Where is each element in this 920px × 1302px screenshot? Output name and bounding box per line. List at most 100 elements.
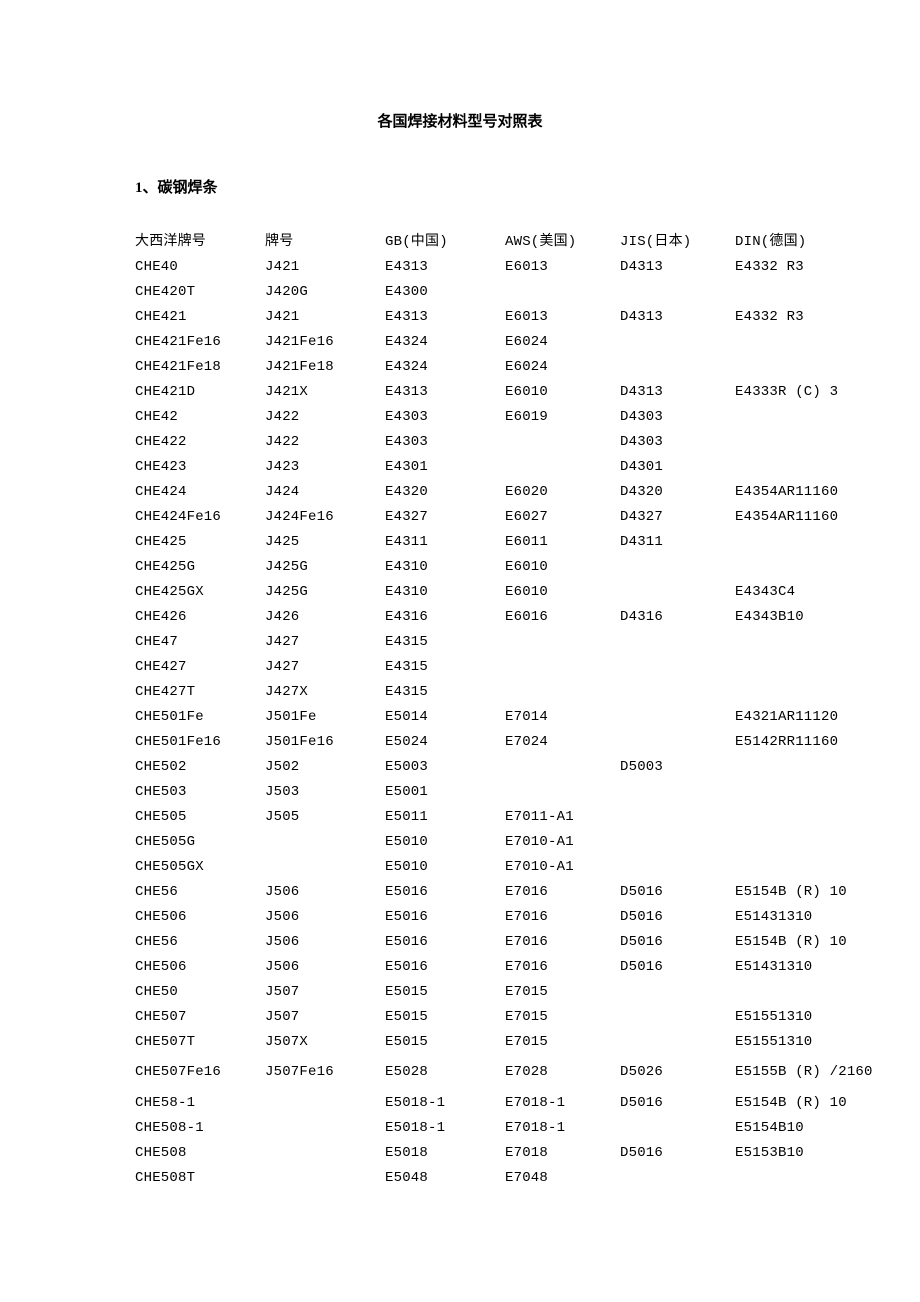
table-header-cell: 牌号 — [265, 225, 385, 254]
table-row: CHE421Fe16J421Fe16E4324E6024 — [135, 329, 875, 354]
table-cell: J507 — [265, 979, 385, 1004]
table-cell: J505 — [265, 804, 385, 829]
table-cell — [505, 754, 620, 779]
table-row: CHE424Fe16J424Fe16E4327E6027D4327E4354AR… — [135, 504, 875, 529]
table-cell: E7014 — [505, 704, 620, 729]
table-cell — [620, 1004, 735, 1029]
table-row: CHE508TE5048E7048 — [135, 1165, 875, 1190]
table-cell — [735, 979, 875, 1004]
table-cell — [735, 454, 875, 479]
comparison-table: 大西洋牌号牌号GB(中国)AWS(美国)JIS(日本)DIN(德国)CHE40J… — [135, 225, 875, 1190]
table-cell: E4315 — [385, 679, 505, 704]
table-cell: D5016 — [620, 879, 735, 904]
table-cell: CHE425 — [135, 529, 265, 554]
table-cell — [735, 429, 875, 454]
table-cell: CHE507T — [135, 1029, 265, 1054]
table-cell — [735, 404, 875, 429]
table-cell: J421X — [265, 379, 385, 404]
table-cell: E4311 — [385, 529, 505, 554]
table-cell: CHE47 — [135, 629, 265, 654]
table-row: CHE507Fe16J507Fe16E5028E7028D5026E5155B … — [135, 1054, 875, 1090]
table-cell: E6024 — [505, 354, 620, 379]
table-cell: E5154B10 — [735, 1115, 875, 1140]
table-cell: CHE56 — [135, 929, 265, 954]
table-row: CHE508-1E5018-1E7018-1E5154B10 — [135, 1115, 875, 1140]
table-cell: J424Fe16 — [265, 504, 385, 529]
table-row: CHE506J506E5016E7016D5016E51431310 — [135, 954, 875, 979]
table-cell: E5016 — [385, 879, 505, 904]
table-cell — [505, 454, 620, 479]
table-row: CHE503J503E5001 — [135, 779, 875, 804]
table-cell: CHE427T — [135, 679, 265, 704]
table-cell: CHE508-1 — [135, 1115, 265, 1140]
table-row: CHE425GXJ425GE4310E6010E4343C4 — [135, 579, 875, 604]
table-cell: CHE507Fe16 — [135, 1054, 265, 1090]
table-cell: E6011 — [505, 529, 620, 554]
table-cell: E5154B (R) 10 — [735, 929, 875, 954]
table-cell: E4300 — [385, 279, 505, 304]
table-cell: J501Fe — [265, 704, 385, 729]
table-row: CHE47J427E4315 — [135, 629, 875, 654]
table-cell: J507X — [265, 1029, 385, 1054]
table-cell — [735, 754, 875, 779]
table-cell: CHE42 — [135, 404, 265, 429]
table-cell — [735, 329, 875, 354]
table-cell: J503 — [265, 779, 385, 804]
table-cell: D4316 — [620, 604, 735, 629]
table-cell — [735, 779, 875, 804]
table-cell — [620, 1029, 735, 1054]
table-cell: E5010 — [385, 829, 505, 854]
table-cell — [505, 629, 620, 654]
table-cell — [620, 729, 735, 754]
table-cell: E5024 — [385, 729, 505, 754]
table-row: CHE425GJ425GE4310E6010 — [135, 554, 875, 579]
table-cell: E5018-1 — [385, 1115, 505, 1140]
table-cell: CHE508 — [135, 1140, 265, 1165]
table-cell: E6010 — [505, 579, 620, 604]
table-row: CHE508E5018E7018D5016E5153B10 — [135, 1140, 875, 1165]
table-cell: E4320 — [385, 479, 505, 504]
table-cell: E4313 — [385, 254, 505, 279]
table-cell: E5018 — [385, 1140, 505, 1165]
table-header-row: 大西洋牌号牌号GB(中国)AWS(美国)JIS(日本)DIN(德国) — [135, 225, 875, 254]
table-cell: E4343C4 — [735, 579, 875, 604]
table-cell: CHE421Fe18 — [135, 354, 265, 379]
table-cell: E6016 — [505, 604, 620, 629]
table-cell: J507 — [265, 1004, 385, 1029]
table-cell — [620, 329, 735, 354]
table-cell: D4320 — [620, 479, 735, 504]
table-cell: E5154B (R) 10 — [735, 879, 875, 904]
table-cell: CHE506 — [135, 904, 265, 929]
table-cell: E6024 — [505, 329, 620, 354]
table-cell — [505, 429, 620, 454]
table-row: CHE422J422E4303D4303 — [135, 429, 875, 454]
table-row: CHE56J506E5016E7016D5016E5154B (R) 10 — [135, 879, 875, 904]
table-cell: E4332 R3 — [735, 254, 875, 279]
table-cell: E7048 — [505, 1165, 620, 1190]
table-cell — [620, 979, 735, 1004]
table-cell: CHE426 — [135, 604, 265, 629]
table-cell: CHE501Fe — [135, 704, 265, 729]
table-cell: E7018-1 — [505, 1090, 620, 1115]
table-cell: D4313 — [620, 254, 735, 279]
table-row: CHE40J421E4313E6013D4313E4332 R3 — [135, 254, 875, 279]
table-cell: CHE425GX — [135, 579, 265, 604]
table-cell: E4303 — [385, 404, 505, 429]
table-cell: E5014 — [385, 704, 505, 729]
table-cell: E7015 — [505, 979, 620, 1004]
table-cell — [265, 1090, 385, 1115]
table-header-cell: 大西洋牌号 — [135, 225, 265, 254]
table-cell: J421 — [265, 254, 385, 279]
table-cell: J422 — [265, 404, 385, 429]
table-header-cell: JIS(日本) — [620, 225, 735, 254]
table-cell: CHE421Fe16 — [135, 329, 265, 354]
table-cell: E7016 — [505, 904, 620, 929]
table-cell: E4332 R3 — [735, 304, 875, 329]
table-cell — [620, 554, 735, 579]
table-cell: J427 — [265, 654, 385, 679]
table-cell: J506 — [265, 929, 385, 954]
table-row: CHE502J502E5003D5003 — [135, 754, 875, 779]
table-cell — [505, 779, 620, 804]
table-cell: D4313 — [620, 304, 735, 329]
table-cell: E7024 — [505, 729, 620, 754]
